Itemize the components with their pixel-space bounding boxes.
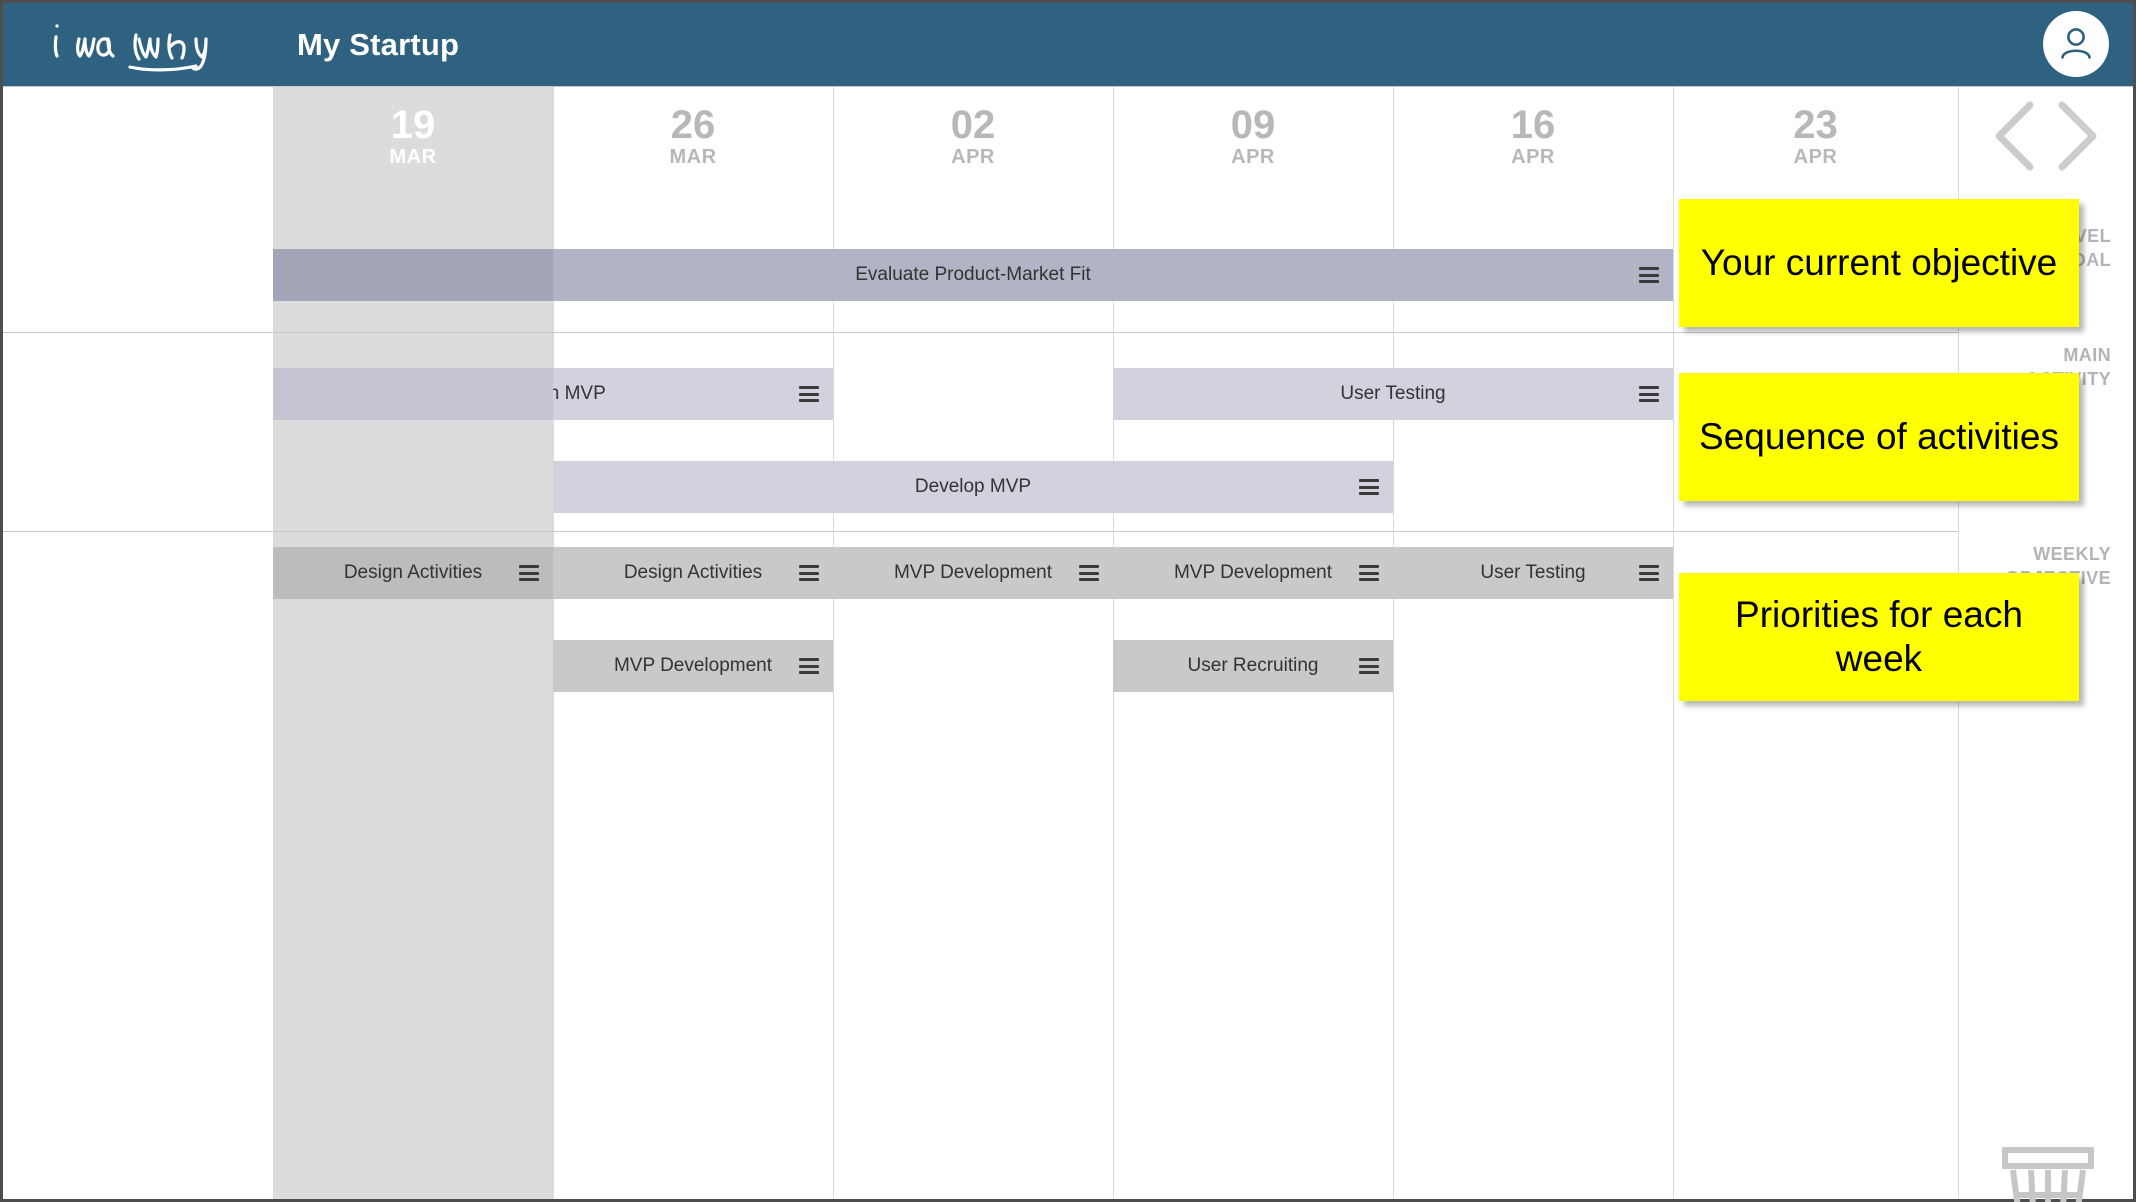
drag-handle-icon[interactable]	[1639, 565, 1659, 581]
date-column-3[interactable]: 09 APR	[1113, 86, 1393, 186]
user-avatar-icon	[2061, 28, 2091, 59]
annotation-note-sequence-of-activities: Sequence of activities	[1679, 373, 2079, 501]
bar-label: Design Activities	[623, 562, 763, 583]
goal-bar-evaluate-product-market-fit[interactable]: Evaluate Product-Market Fit	[273, 249, 1673, 301]
date-column-5[interactable]: 23 APR	[1673, 86, 1958, 186]
trash-bin-icon[interactable]	[1993, 1142, 2103, 1202]
row-label-line1: WEEKLY	[2033, 544, 2111, 564]
drag-handle-icon[interactable]	[799, 386, 819, 402]
bar-label: MVP Development	[1173, 562, 1333, 583]
timeline-navigation	[1958, 86, 2133, 186]
bar-label: User Testing	[1480, 562, 1586, 583]
date-day: 26	[670, 102, 716, 147]
date-day: 09	[1230, 102, 1276, 147]
drag-handle-icon[interactable]	[1359, 565, 1379, 581]
annotation-text: Your current objective	[1700, 242, 2058, 284]
avatar[interactable]	[2043, 11, 2109, 77]
date-month: MAR	[669, 145, 717, 168]
date-month: APR	[1511, 145, 1555, 168]
chevron-left-icon[interactable]	[1990, 99, 2044, 173]
date-day: 16	[1510, 102, 1556, 147]
date-column-1[interactable]: 26 MAR	[553, 86, 833, 186]
column-divider	[1673, 86, 1674, 1199]
bar-label: MVP Development	[893, 562, 1053, 583]
drag-handle-icon[interactable]	[799, 565, 819, 581]
date-header-row: 19 MAR 26 MAR 02 APR 09 APR 16 APR 23 AP…	[273, 86, 1958, 186]
app-root: My Startup 19 MAR 26 MAR 02 APR 09 APR 1…	[0, 0, 2136, 1202]
row-label-line1: MAIN	[2063, 345, 2111, 365]
bar-label: User Recruiting	[1187, 655, 1319, 676]
activity-bar-design-mvp[interactable]: Design MVP	[273, 368, 833, 420]
annotation-text: Priorities for each week	[1735, 594, 2023, 679]
section-divider	[3, 531, 1958, 532]
bar-label: Evaluate Product-Market Fit	[855, 264, 1091, 285]
handwritten-logo-icon	[53, 23, 208, 71]
bar-highlight-segment	[273, 368, 553, 420]
weekly-bar-design-activities-w1[interactable]: Design Activities	[273, 547, 553, 599]
bar-label: User Testing	[1340, 383, 1446, 404]
chevron-right-icon[interactable]	[2048, 99, 2102, 173]
drag-handle-icon[interactable]	[1639, 267, 1659, 283]
drag-handle-icon[interactable]	[1079, 565, 1099, 581]
weekly-bar-design-activities-w2[interactable]: Design Activities	[553, 547, 833, 599]
date-day: 02	[950, 102, 996, 147]
weekly-bar-user-recruiting-w4[interactable]: User Recruiting	[1113, 640, 1393, 692]
date-day: 23	[1793, 102, 1838, 147]
bar-label: Design Activities	[343, 562, 483, 583]
date-month: APR	[1231, 145, 1275, 168]
top-bar: My Startup	[3, 3, 2133, 86]
date-month: APR	[951, 145, 995, 168]
bar-label: MVP Development	[613, 655, 773, 676]
weekly-bar-user-testing-w5[interactable]: User Testing	[1393, 547, 1673, 599]
drag-handle-icon[interactable]	[799, 658, 819, 674]
weekly-bar-mvp-development-w3[interactable]: MVP Development	[833, 547, 1113, 599]
bar-label: Develop MVP	[914, 476, 1032, 497]
date-month: MAR	[389, 145, 437, 168]
drag-handle-icon[interactable]	[519, 565, 539, 581]
date-month: APR	[1793, 145, 1838, 168]
annotation-note-current-objective: Your current objective	[1679, 199, 2079, 327]
section-divider	[3, 332, 1958, 333]
drag-handle-icon[interactable]	[1359, 479, 1379, 495]
annotation-note-priorities-each-week: Priorities for each week	[1679, 573, 2079, 701]
activity-bar-develop-mvp[interactable]: Develop MVP	[553, 461, 1393, 513]
drag-handle-icon[interactable]	[1639, 386, 1659, 402]
weekly-bar-mvp-development-w2[interactable]: MVP Development	[553, 640, 833, 692]
date-day: 19	[390, 102, 436, 147]
drag-handle-icon[interactable]	[1359, 658, 1379, 674]
activity-bar-user-testing[interactable]: User Testing	[1113, 368, 1673, 420]
bar-highlight-segment	[273, 249, 553, 301]
page-title: My Startup	[297, 26, 460, 62]
date-column-4[interactable]: 16 APR	[1393, 86, 1673, 186]
brand-logo[interactable]	[3, 3, 275, 86]
annotation-text: Sequence of activities	[1699, 416, 2059, 458]
weekly-bar-mvp-development-w4[interactable]: MVP Development	[1113, 547, 1393, 599]
date-column-2[interactable]: 02 APR	[833, 86, 1113, 186]
date-column-0[interactable]: 19 MAR	[273, 86, 553, 186]
